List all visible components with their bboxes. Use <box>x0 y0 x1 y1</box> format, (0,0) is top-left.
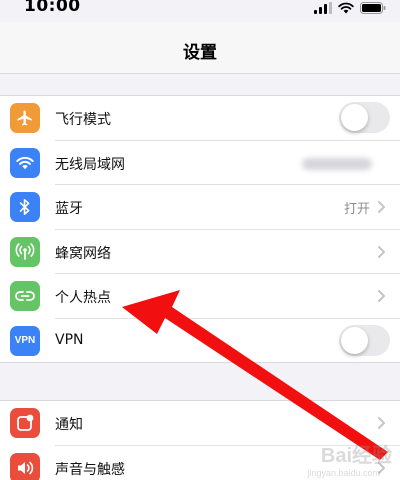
chevron-right-icon <box>378 290 385 303</box>
settings-row-label: 声音与触感 <box>55 461 125 478</box>
hotspot-link-icon <box>10 281 40 312</box>
settings-row-label: 蓝牙 <box>55 201 83 218</box>
page-title: 设置 <box>183 43 217 63</box>
airplane-mode-toggle[interactable] <box>339 102 390 133</box>
settings-row-cellular[interactable]: 蜂窝网络 <box>0 230 400 275</box>
wlan-network-name-blurred <box>302 157 372 170</box>
wifi-icon <box>10 147 40 178</box>
status-icons <box>314 0 386 14</box>
nav-bar: 设置 <box>0 22 400 74</box>
settings-row-label: VPN <box>55 331 84 348</box>
bluetooth-status-value: 打开 <box>343 202 370 218</box>
settings-row-label: 个人热点 <box>55 290 111 307</box>
status-time: 10:00 <box>24 0 81 16</box>
cellular-signal-icon <box>314 2 332 14</box>
vpn-icon-text: VPN <box>14 335 36 347</box>
settings-group-connectivity: 飞行模式 无线局域网 蓝牙 打开 蜂窝网络 个人热点 VPN VPN <box>0 95 400 363</box>
settings-row-wlan[interactable]: 无线局域网 <box>0 141 400 186</box>
vpn-toggle[interactable] <box>339 324 390 356</box>
watermark-logo: Bai经验 <box>320 445 392 467</box>
settings-row-bluetooth[interactable]: 蓝牙 打开 <box>0 185 400 230</box>
status-bar: 10:00 <box>0 0 400 22</box>
chevron-right-icon <box>378 417 385 429</box>
wifi-icon <box>338 2 354 14</box>
settings-row-label: 飞行模式 <box>55 112 111 128</box>
notification-icon <box>10 408 40 438</box>
watermark-url: jingyan.baidu.com <box>307 468 380 478</box>
chevron-right-icon <box>378 245 385 258</box>
battery-icon <box>360 2 386 14</box>
settings-row-label: 无线局域网 <box>55 156 125 173</box>
settings-row-label: 通知 <box>55 417 83 433</box>
vpn-icon: VPN <box>10 325 40 356</box>
settings-row-airplane-mode[interactable]: 飞行模式 <box>0 96 400 141</box>
toggle-knob <box>341 326 368 354</box>
speaker-icon <box>10 452 40 480</box>
bluetooth-icon <box>10 192 40 223</box>
toggle-knob <box>341 104 368 131</box>
airplane-icon <box>10 103 40 133</box>
settings-row-vpn[interactable]: VPN VPN <box>0 319 400 364</box>
settings-row-label: 蜂窝网络 <box>55 245 111 262</box>
settings-row-personal-hotspot[interactable]: 个人热点 <box>0 274 400 319</box>
chevron-right-icon <box>378 201 385 214</box>
antenna-icon <box>10 236 40 267</box>
